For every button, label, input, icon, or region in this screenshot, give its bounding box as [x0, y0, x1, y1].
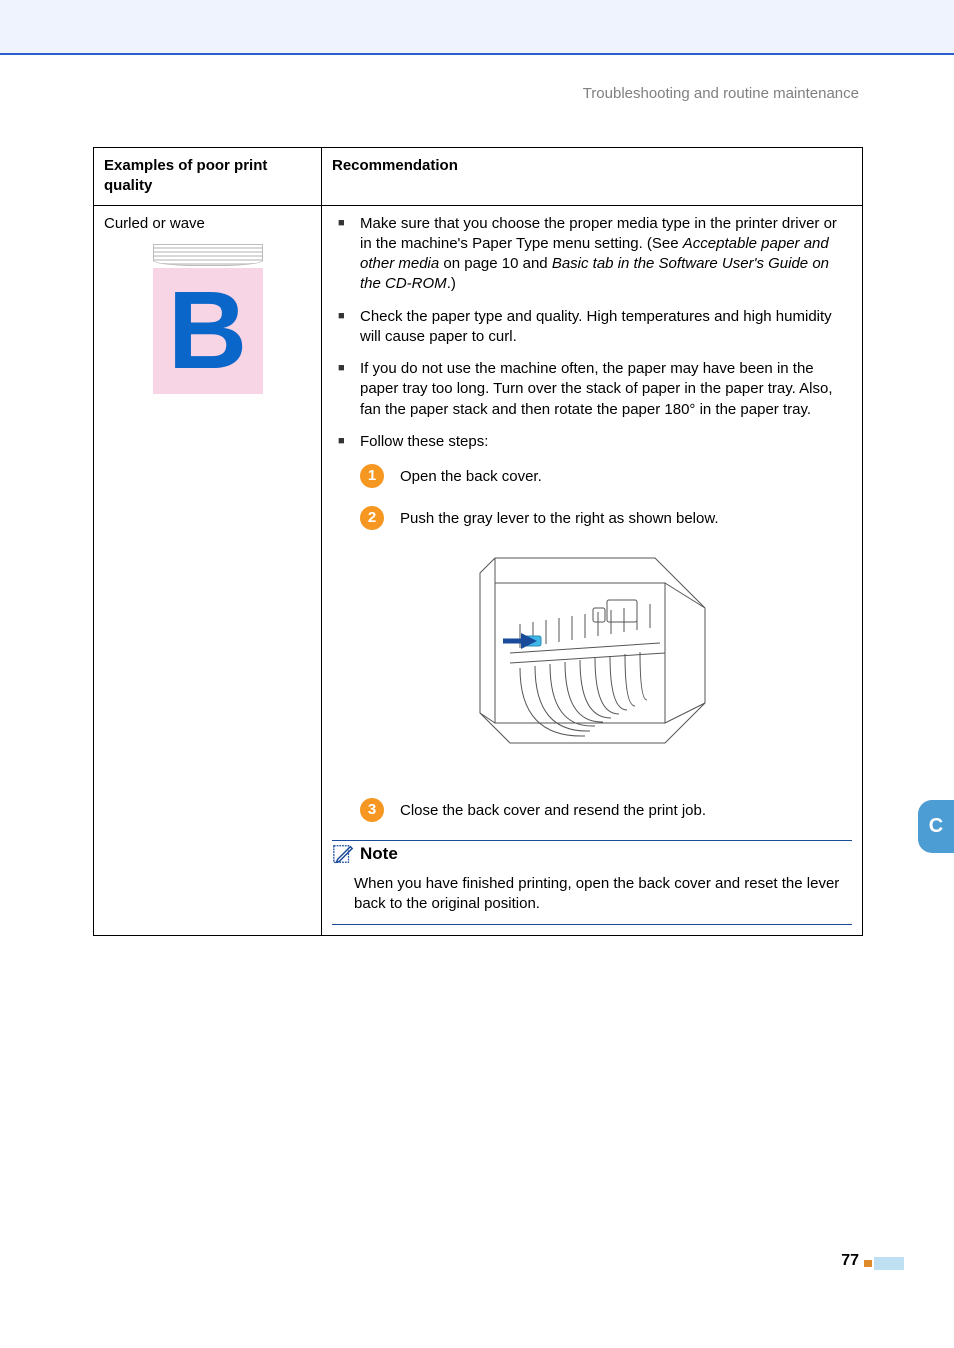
example-label: Curled or wave [104, 214, 311, 234]
curled-top-icon [153, 244, 263, 266]
letter-b-glyph: B [168, 276, 247, 386]
print-quality-table: Examples of poor print quality Recommend… [93, 147, 863, 936]
breadcrumb: Troubleshooting and routine maintenance [0, 55, 954, 102]
recommendation-list: Make sure that you choose the proper med… [338, 214, 852, 453]
page-number-deco-icon [864, 1257, 904, 1270]
list-item: Check the paper type and quality. High t… [338, 307, 852, 348]
col-header-examples: Examples of poor print quality [94, 148, 322, 206]
bullet-text: on page 10 and [439, 255, 552, 272]
step-number-icon: 1 [360, 464, 384, 488]
note-header: Note [332, 843, 852, 866]
step-list: 1 Open the back cover. 2 Push the gray l… [360, 464, 852, 530]
breadcrumb-text: Troubleshooting and routine maintenance [583, 85, 859, 102]
top-bar [0, 0, 954, 55]
example-cell: Curled or wave B [94, 205, 322, 936]
bullet-text: .) [447, 275, 456, 292]
step-list-continued: 3 Close the back cover and resend the pr… [360, 798, 852, 822]
note-block: Note When you have finished printing, op… [332, 840, 852, 925]
curl-wave-illustration: B [153, 244, 263, 394]
step-text: Close the back cover and resend the prin… [400, 798, 706, 821]
note-title: Note [360, 843, 398, 866]
list-item: 1 Open the back cover. [360, 464, 852, 488]
step-text: Push the gray lever to the right as show… [400, 506, 719, 529]
note-body: When you have finished printing, open th… [332, 872, 852, 923]
note-rule-bottom [332, 924, 852, 925]
list-item: Make sure that you choose the proper med… [338, 214, 852, 295]
list-item: Follow these steps: [338, 432, 852, 452]
step-text: Open the back cover. [400, 464, 542, 487]
table-row: Curled or wave B Make sure that you choo… [94, 205, 863, 936]
printer-back-cover-diagram [465, 548, 720, 778]
section-tab[interactable]: C [918, 800, 954, 853]
step-number-icon: 3 [360, 798, 384, 822]
note-rule-top [332, 840, 852, 841]
letter-b-sample: B [153, 268, 263, 394]
step-number-icon: 2 [360, 506, 384, 530]
page-number: 77 [841, 1252, 859, 1270]
note-pencil-icon [332, 843, 354, 865]
list-item: 2 Push the gray lever to the right as sh… [360, 506, 852, 530]
col-header-recommendation: Recommendation [322, 148, 863, 206]
list-item: 3 Close the back cover and resend the pr… [360, 798, 852, 822]
section-tab-letter: C [929, 815, 943, 838]
list-item: If you do not use the machine often, the… [338, 359, 852, 420]
recommendation-cell: Make sure that you choose the proper med… [322, 205, 863, 936]
